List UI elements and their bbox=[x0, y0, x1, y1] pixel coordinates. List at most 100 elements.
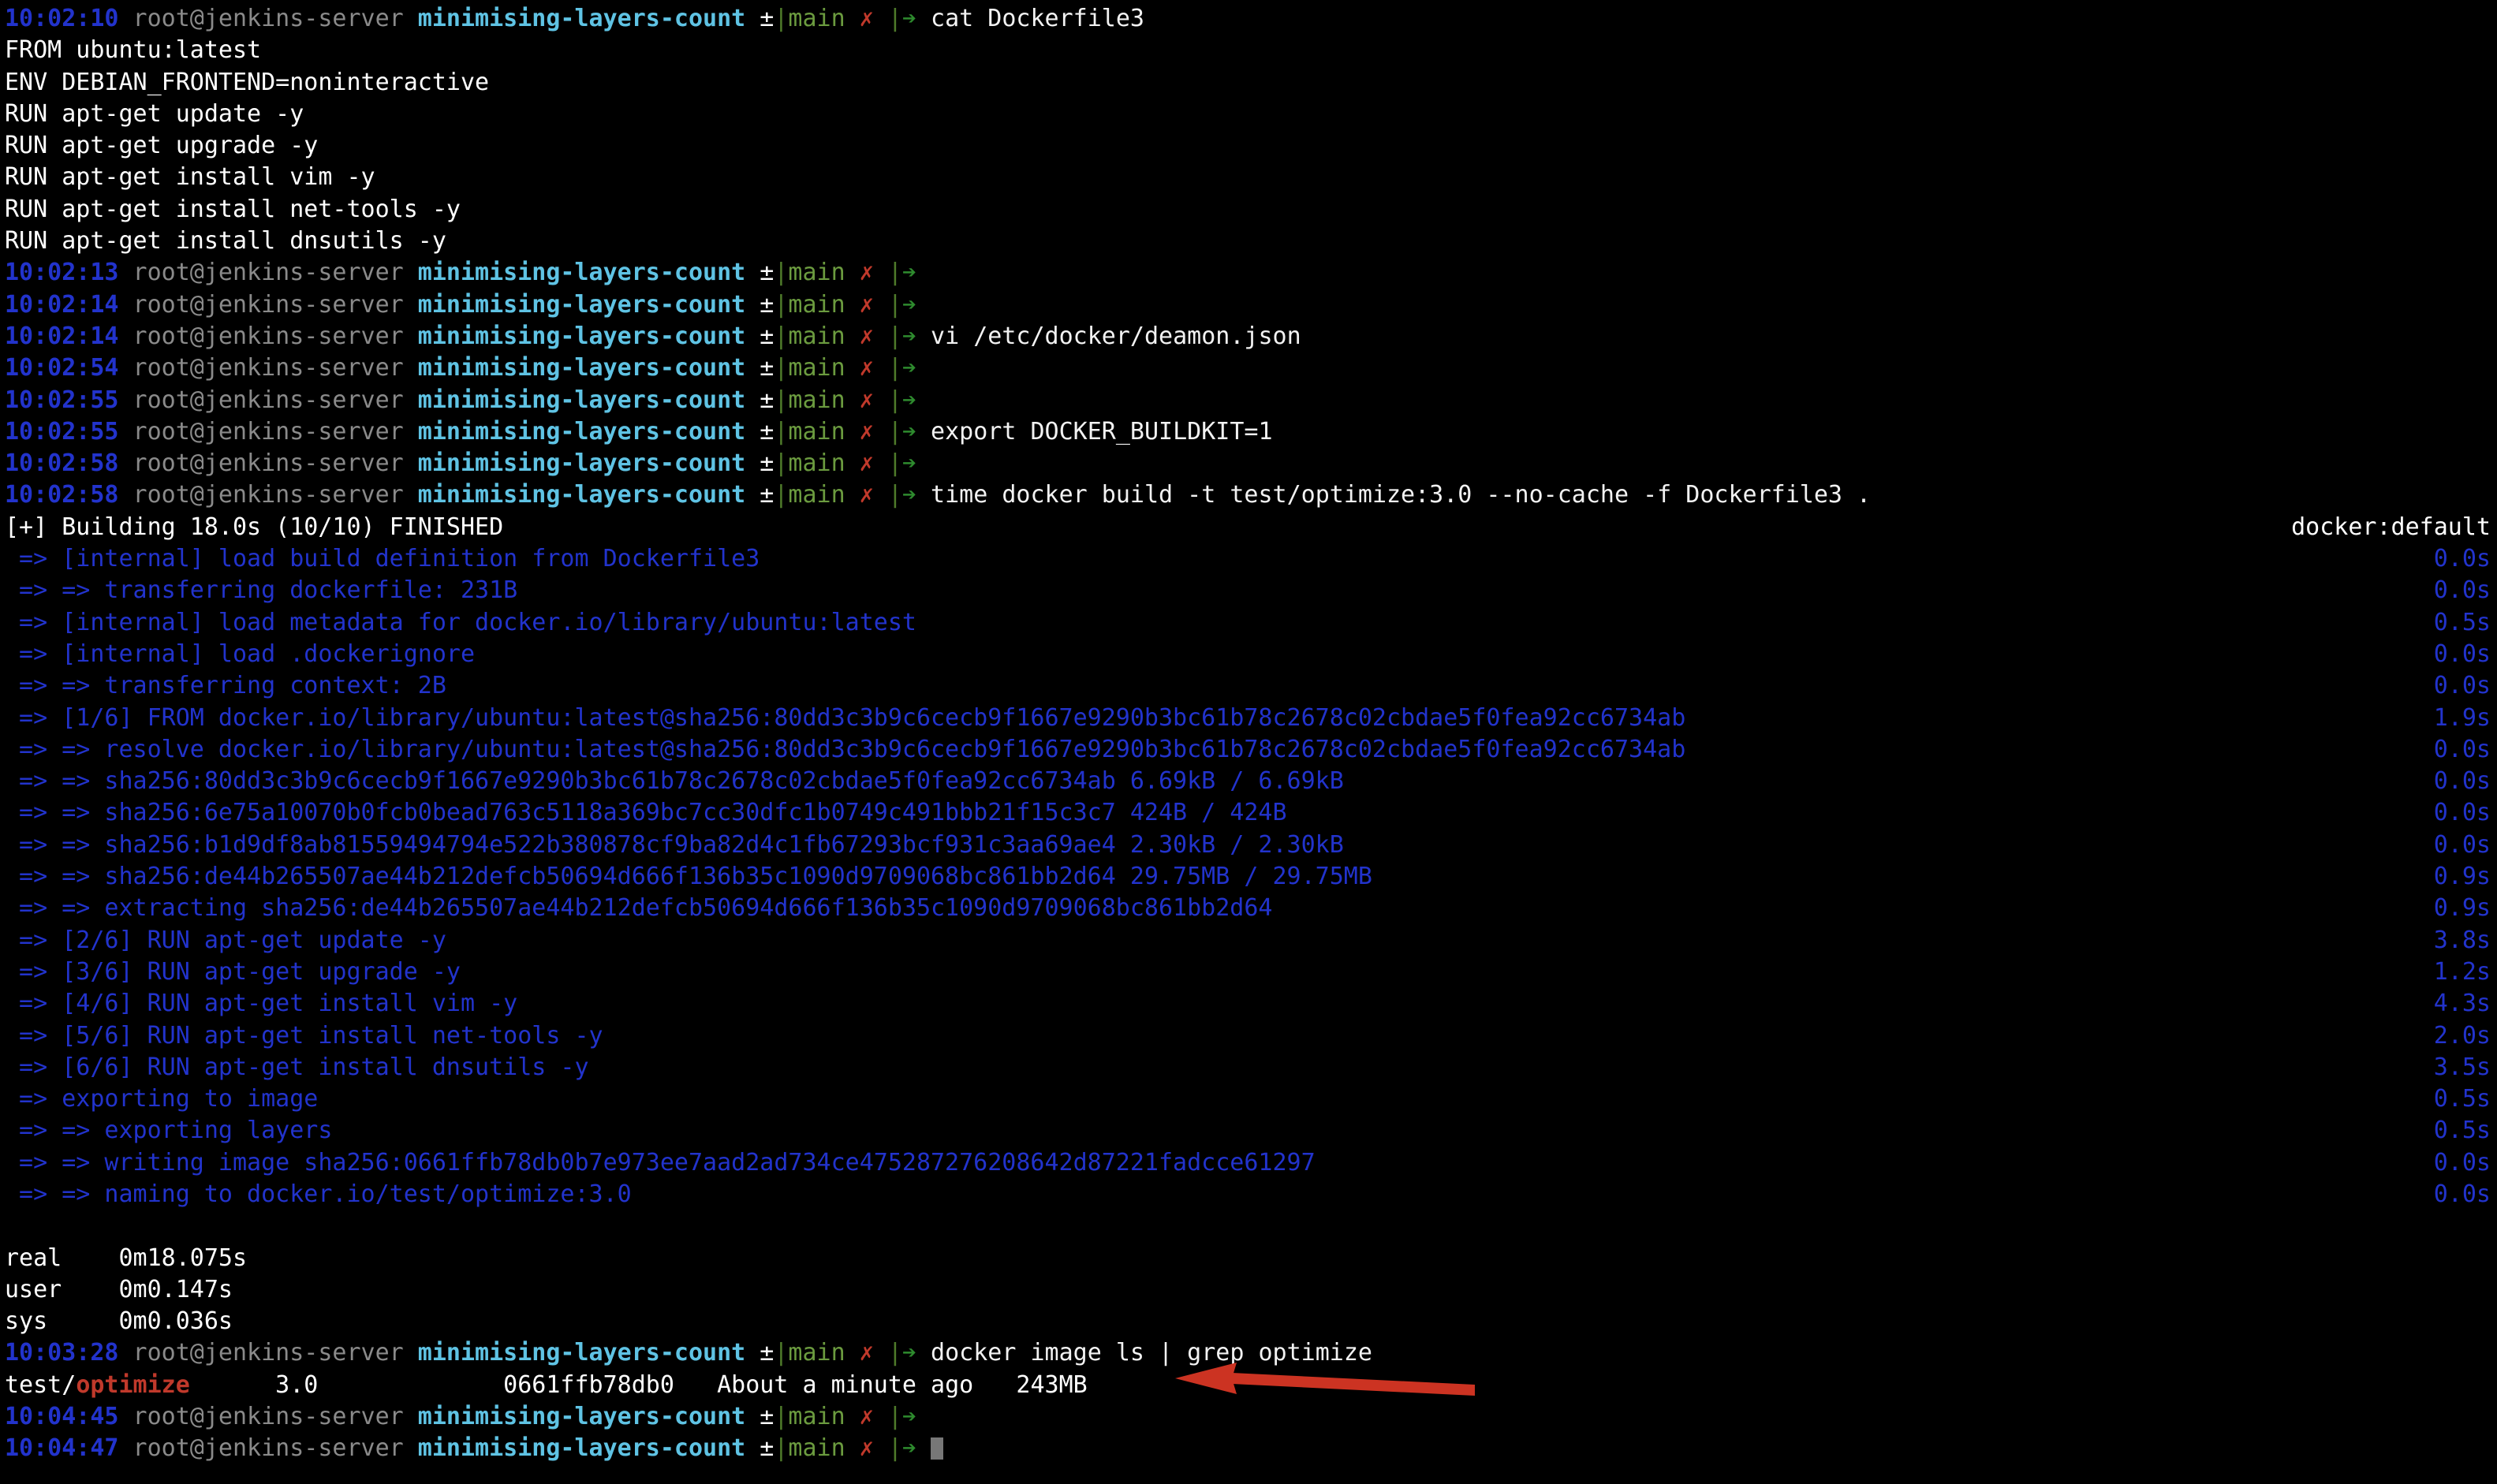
prompt-command: cat Dockerfile3 bbox=[916, 5, 1144, 32]
prompt-user-host: root@jenkins-server bbox=[118, 5, 404, 32]
build-step-line: => => extracting sha256:de44b265507ae44b… bbox=[0, 893, 2497, 924]
terminal-window[interactable]: 10:02:10 root@jenkins-server minimising-… bbox=[0, 0, 2497, 1484]
image-created: About a minute ago bbox=[674, 1370, 974, 1399]
prompt-plusminus-icon: ± bbox=[745, 1434, 774, 1463]
output-line: RUN apt-get upgrade -y bbox=[0, 130, 2497, 162]
terminal-output: 10:02:10 root@jenkins-server minimising-… bbox=[0, 3, 2497, 1465]
image-size: 243MB bbox=[973, 1370, 1088, 1399]
prompt-timestamp: 10:04:47 bbox=[5, 1434, 119, 1463]
prompt-user-host: root@jenkins-server bbox=[118, 354, 404, 382]
prompt-timestamp: 10:02:58 bbox=[5, 449, 119, 478]
build-step-line: => => writing image sha256:0661ffb78db0b… bbox=[0, 1147, 2497, 1179]
build-step-line: => => resolve docker.io/library/ubuntu:l… bbox=[0, 734, 2497, 766]
prompt-pipe-separator: | bbox=[887, 354, 902, 382]
build-step-duration: 0.0s bbox=[2433, 672, 2491, 700]
build-step-text: => [6/6] RUN apt-get install dnsutils -y bbox=[5, 1053, 589, 1081]
prompt-arrow-icon: ➔ bbox=[901, 290, 916, 319]
prompt-arrow-icon: ➔ bbox=[901, 259, 916, 287]
prompt-pipe-separator: | bbox=[774, 259, 789, 287]
prompt-directory: minimising-layers-count bbox=[403, 1339, 746, 1367]
prompt-directory: minimising-layers-count bbox=[403, 1403, 746, 1431]
prompt-directory: minimising-layers-count bbox=[403, 354, 746, 382]
build-step-duration: 2.0s bbox=[2433, 1021, 2491, 1050]
prompt-git-branch: main bbox=[788, 1434, 845, 1463]
docker-image-row: test/optimize 3.0 0661ffb78db0 About a m… bbox=[0, 1370, 2497, 1401]
prompt-arrow-icon: ➔ bbox=[901, 5, 916, 32]
prompt-plusminus-icon: ± bbox=[745, 1403, 774, 1431]
prompt-pipe-separator: | bbox=[887, 259, 902, 287]
prompt-arrow-icon: ➔ bbox=[901, 1434, 916, 1463]
build-header-text: [+] Building 18.0s (10/10) FINISHED bbox=[5, 513, 504, 541]
prompt-plusminus-icon: ± bbox=[745, 5, 774, 32]
prompt-git-branch: main bbox=[788, 417, 845, 446]
build-step-duration: 0.5s bbox=[2433, 1085, 2491, 1113]
prompt-git-branch: main bbox=[788, 5, 845, 32]
prompt-dirty-cross-icon: ✗ bbox=[845, 1339, 888, 1367]
build-step-text: => [5/6] RUN apt-get install net-tools -… bbox=[5, 1021, 603, 1050]
prompt-dirty-cross-icon: ✗ bbox=[845, 417, 888, 446]
prompt-pipe-separator: | bbox=[887, 1339, 902, 1367]
build-step-text: => [internal] load metadata for docker.i… bbox=[5, 608, 916, 636]
prompt-timestamp: 10:04:45 bbox=[5, 1403, 119, 1431]
prompt-timestamp: 10:02:14 bbox=[5, 322, 119, 350]
output-line: real 0m18.075s bbox=[0, 1243, 2497, 1274]
prompt-command: time docker build -t test/optimize:3.0 -… bbox=[916, 481, 1872, 509]
prompt-arrow-icon: ➔ bbox=[901, 386, 916, 414]
prompt-pipe-separator: | bbox=[774, 1339, 789, 1367]
prompt-user-host: root@jenkins-server bbox=[118, 290, 404, 319]
image-repo-prefix: test/ bbox=[5, 1370, 77, 1399]
output-text: RUN apt-get upgrade -y bbox=[5, 132, 319, 160]
build-step-text: => => naming to docker.io/test/optimize:… bbox=[5, 1180, 632, 1208]
prompt-pipe-separator: | bbox=[887, 481, 902, 509]
prompt-dirty-cross-icon: ✗ bbox=[845, 290, 888, 319]
prompt-dirty-cross-icon: ✗ bbox=[845, 481, 888, 509]
prompt-timestamp: 10:02:54 bbox=[5, 354, 119, 382]
output-text: user 0m0.147s bbox=[5, 1275, 233, 1303]
output-line: RUN apt-get update -y bbox=[0, 99, 2497, 130]
prompt-plusminus-icon: ± bbox=[745, 449, 774, 478]
build-step-duration: 3.5s bbox=[2433, 1053, 2491, 1081]
build-step-text: => => resolve docker.io/library/ubuntu:l… bbox=[5, 735, 1686, 763]
prompt-plusminus-icon: ± bbox=[745, 259, 774, 287]
output-text: RUN apt-get update -y bbox=[5, 99, 304, 128]
build-driver-label: docker:default bbox=[2291, 513, 2491, 541]
prompt-dirty-cross-icon: ✗ bbox=[845, 322, 888, 350]
prompt-git-branch: main bbox=[788, 449, 845, 478]
build-step-text: => [internal] load .dockerignore bbox=[5, 639, 476, 668]
prompt-dirty-cross-icon: ✗ bbox=[845, 1403, 888, 1431]
output-line: RUN apt-get install vim -y bbox=[0, 162, 2497, 193]
build-step-duration: 0.5s bbox=[2433, 608, 2491, 636]
build-step-text: => => sha256:6e75a10070b0fcb0bead763c511… bbox=[5, 799, 1287, 827]
prompt-pipe-separator: | bbox=[887, 386, 902, 414]
build-step-line: => [5/6] RUN apt-get install net-tools -… bbox=[0, 1020, 2497, 1052]
prompt-user-host: root@jenkins-server bbox=[118, 259, 404, 287]
prompt-line: 10:02:58 root@jenkins-server minimising-… bbox=[0, 479, 2497, 511]
build-header-line: [+] Building 18.0s (10/10) FINISHED docke… bbox=[0, 512, 2497, 543]
prompt-directory: minimising-layers-count bbox=[403, 386, 746, 414]
text-cursor[interactable] bbox=[931, 1437, 944, 1460]
build-step-line: => [2/6] RUN apt-get update -y 3.8s bbox=[0, 925, 2497, 956]
build-step-line: => => transferring dockerfile: 231B 0.0s bbox=[0, 575, 2497, 606]
build-step-line: => [internal] load metadata for docker.i… bbox=[0, 607, 2497, 639]
build-step-duration: 0.0s bbox=[2433, 830, 2491, 859]
image-id: 0661ffb78db0 bbox=[318, 1370, 674, 1399]
prompt-line: 10:02:14 root@jenkins-server minimising-… bbox=[0, 289, 2497, 321]
build-step-duration: 3.8s bbox=[2433, 926, 2491, 954]
prompt-plusminus-icon: ± bbox=[745, 322, 774, 350]
prompt-pipe-separator: | bbox=[887, 1434, 902, 1463]
build-step-duration: 0.9s bbox=[2433, 894, 2491, 923]
prompt-dirty-cross-icon: ✗ bbox=[845, 5, 888, 32]
build-step-duration: 0.0s bbox=[2433, 799, 2491, 827]
output-text: RUN apt-get install net-tools -y bbox=[5, 195, 461, 223]
build-step-text: => [2/6] RUN apt-get update -y bbox=[5, 926, 446, 954]
prompt-line: 10:02:10 root@jenkins-server minimising-… bbox=[0, 3, 2497, 35]
prompt-plusminus-icon: ± bbox=[745, 354, 774, 382]
build-step-line: => => naming to docker.io/test/optimize:… bbox=[0, 1179, 2497, 1210]
output-text: real 0m18.075s bbox=[5, 1244, 248, 1272]
prompt-plusminus-icon: ± bbox=[745, 386, 774, 414]
build-step-text: => => transferring context: 2B bbox=[5, 672, 446, 700]
prompt-directory: minimising-layers-count bbox=[403, 481, 746, 509]
prompt-command: vi /etc/docker/deamon.json bbox=[916, 322, 1301, 350]
prompt-line: 10:02:55 root@jenkins-server minimising-… bbox=[0, 416, 2497, 448]
build-step-text: => => sha256:de44b265507ae44b212defcb506… bbox=[5, 863, 1372, 891]
